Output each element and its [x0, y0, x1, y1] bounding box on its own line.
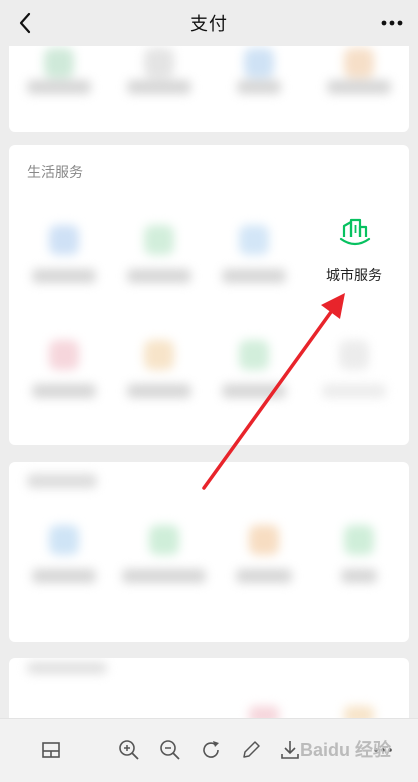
life-services-card: 生活服务 城市服务 — [9, 145, 409, 445]
more-options-icon[interactable] — [378, 10, 406, 36]
blurred-content — [9, 462, 409, 642]
section-title: 生活服务 — [27, 164, 83, 180]
city-services-tile[interactable]: 城市服务 — [299, 195, 409, 311]
edit-icon[interactable] — [238, 737, 264, 763]
blurred-services-card — [9, 462, 409, 642]
layout-icon[interactable] — [38, 737, 64, 763]
top-bar: 支付 — [0, 0, 418, 46]
zoom-in-icon[interactable] — [116, 737, 142, 763]
watermark: Baidu 经验 — [300, 740, 392, 760]
back-icon[interactable] — [12, 8, 40, 38]
city-services-label: 城市服务 — [326, 267, 382, 283]
rotate-icon[interactable] — [198, 737, 224, 763]
city-buildings-icon — [339, 218, 371, 246]
zoom-out-icon[interactable] — [157, 737, 183, 763]
page-title: 支付 — [190, 14, 228, 34]
